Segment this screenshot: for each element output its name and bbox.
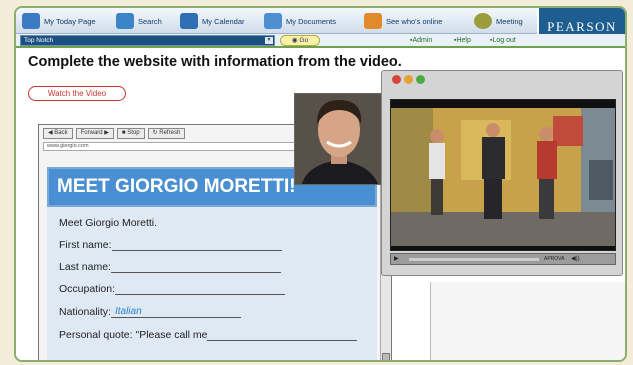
calendar-page-icon xyxy=(22,13,40,29)
occupation-row: Occupation: xyxy=(59,283,286,295)
go-button[interactable]: ◉ Go xyxy=(280,35,320,46)
top-toolbar: My Today Page Search My Calendar My Docu… xyxy=(16,8,625,34)
course-select[interactable]: Top Notch ▼ xyxy=(20,35,275,46)
volume-icon[interactable]: ◀)) xyxy=(571,255,580,262)
chevron-down-icon: ▼ xyxy=(265,37,273,44)
watch-video-button[interactable]: Watch the Video xyxy=(28,86,126,101)
player-controls: ▶ APROVA ◀)) xyxy=(390,253,616,265)
profile-form: Meet Giorgio Moretti. First name: Last n… xyxy=(47,207,377,360)
maximize-icon[interactable] xyxy=(416,75,425,84)
first-name-row: First name: xyxy=(59,239,282,251)
people-icon xyxy=(364,13,382,29)
last-name-field[interactable] xyxy=(110,272,281,273)
forward-button[interactable]: Forward ▶ xyxy=(75,128,114,139)
nav-row: Top Notch ▼ ◉ Go ▪Admin ▪Help ▪Log out xyxy=(16,34,625,48)
back-button[interactable]: ◀ Back xyxy=(43,128,73,139)
toolbar-item-calendar[interactable]: My Calendar xyxy=(180,11,245,31)
instruction-heading: Complete the website with information fr… xyxy=(28,54,402,70)
search-icon xyxy=(116,13,134,29)
seek-bar[interactable] xyxy=(409,258,539,261)
nationality-row: Nationality: Italian xyxy=(59,305,241,318)
scroll-thumb[interactable] xyxy=(382,353,390,360)
profile-photo xyxy=(294,93,382,185)
nationality-field[interactable]: Italian xyxy=(110,305,241,318)
form-intro: Meet Giorgio Moretti. xyxy=(59,217,158,229)
toolbar-item-search[interactable]: Search xyxy=(116,11,162,31)
app-window: My Today Page Search My Calendar My Docu… xyxy=(14,6,627,362)
minimize-icon[interactable] xyxy=(404,75,413,84)
folder-icon xyxy=(264,13,282,29)
meeting-icon xyxy=(474,13,492,29)
video-screen[interactable] xyxy=(390,99,616,251)
first-name-field[interactable] xyxy=(111,250,282,251)
admin-link[interactable]: ▪Admin xyxy=(410,37,432,44)
toolbar-item-meeting[interactable]: Meeting xyxy=(474,11,523,31)
calendar-icon xyxy=(180,13,198,29)
right-panel xyxy=(430,282,625,360)
stop-button[interactable]: ■ Stop xyxy=(116,128,145,139)
browser-controls: ◀ Back Forward ▶ ■ Stop ↻ Refresh xyxy=(43,128,186,139)
play-icon[interactable]: ▶ xyxy=(394,255,399,262)
toolbar-item-today[interactable]: My Today Page xyxy=(22,11,96,31)
quote-field[interactable] xyxy=(207,340,358,341)
refresh-button[interactable]: ↻ Refresh xyxy=(147,128,186,139)
toolbar-item-online[interactable]: See who's online xyxy=(364,11,442,31)
video-player[interactable]: ▶ APROVA ◀)) xyxy=(381,70,623,276)
toolbar-item-documents[interactable]: My Documents xyxy=(264,11,336,31)
occupation-field[interactable] xyxy=(115,294,286,295)
quote-row: Personal quote: "Please call me xyxy=(59,329,358,341)
last-name-row: Last name: xyxy=(59,261,281,273)
logout-link[interactable]: ▪Log out xyxy=(490,37,516,44)
close-icon[interactable] xyxy=(392,75,401,84)
help-link[interactable]: ▪Help xyxy=(454,37,471,44)
